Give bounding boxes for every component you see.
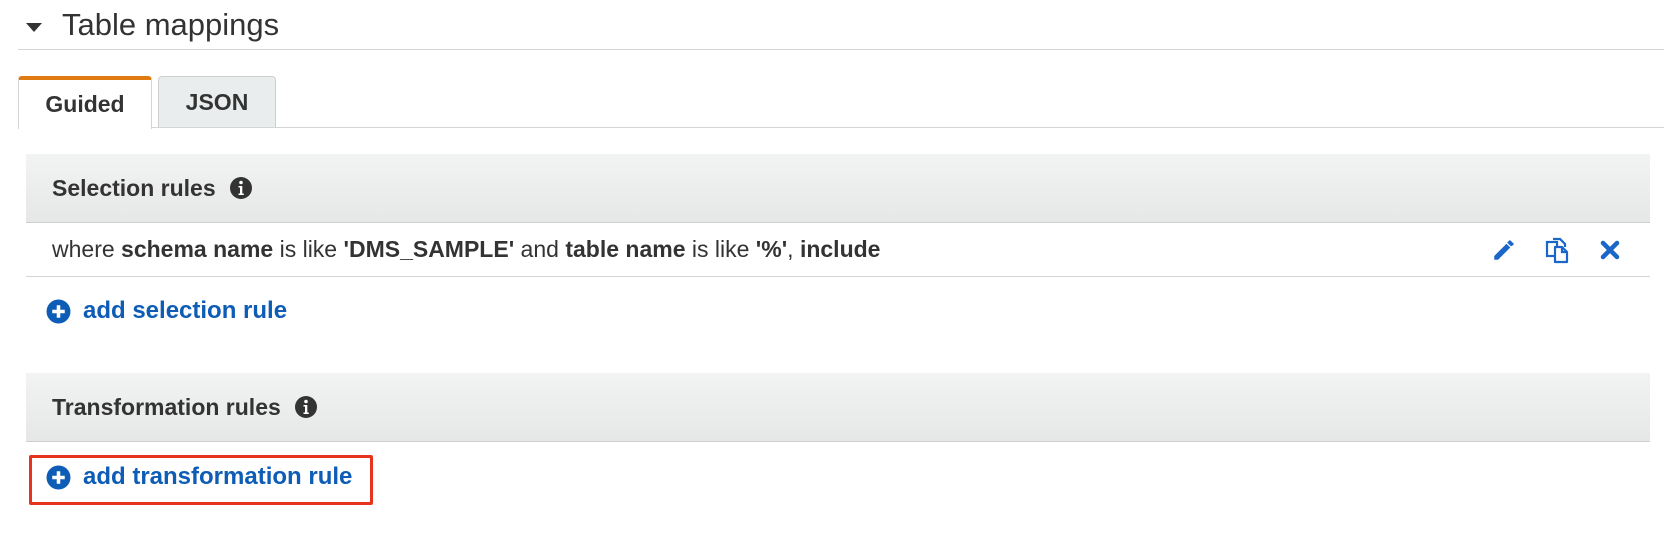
add-selection-rule-link[interactable]: add selection rule bbox=[46, 297, 287, 325]
selection-rules-header: Selection rules bbox=[26, 154, 1650, 223]
selection-rules-title: Selection rules bbox=[52, 174, 216, 201]
caret-down-icon bbox=[26, 22, 42, 32]
table-mappings-toggle[interactable]: Table mappings bbox=[22, 0, 279, 50]
add-selection-rule-label: add selection rule bbox=[83, 297, 288, 324]
delete-x-icon[interactable] bbox=[1596, 236, 1624, 264]
info-icon[interactable] bbox=[294, 395, 318, 419]
rule-text: where schema name is like 'DMS_SAMPLE' a… bbox=[52, 236, 881, 262]
tab-guided[interactable]: Guided bbox=[18, 76, 152, 129]
add-circle-icon bbox=[46, 299, 71, 324]
tab-bar: Guided JSON bbox=[18, 76, 276, 129]
highlight-box bbox=[29, 455, 373, 505]
divider bbox=[18, 49, 1664, 50]
rule-actions bbox=[1465, 223, 1624, 277]
transformation-rules-title: Transformation rules bbox=[52, 393, 281, 420]
tab-json[interactable]: JSON bbox=[158, 76, 276, 128]
selection-rule-row: where schema name is like 'DMS_SAMPLE' a… bbox=[26, 223, 1650, 277]
edit-pencil-icon[interactable] bbox=[1490, 236, 1518, 264]
copy-icon[interactable] bbox=[1543, 236, 1571, 264]
transformation-rules-header: Transformation rules bbox=[26, 373, 1650, 442]
info-icon[interactable] bbox=[229, 176, 253, 200]
section-title: Table mappings bbox=[62, 7, 280, 42]
tab-divider bbox=[18, 127, 1664, 128]
